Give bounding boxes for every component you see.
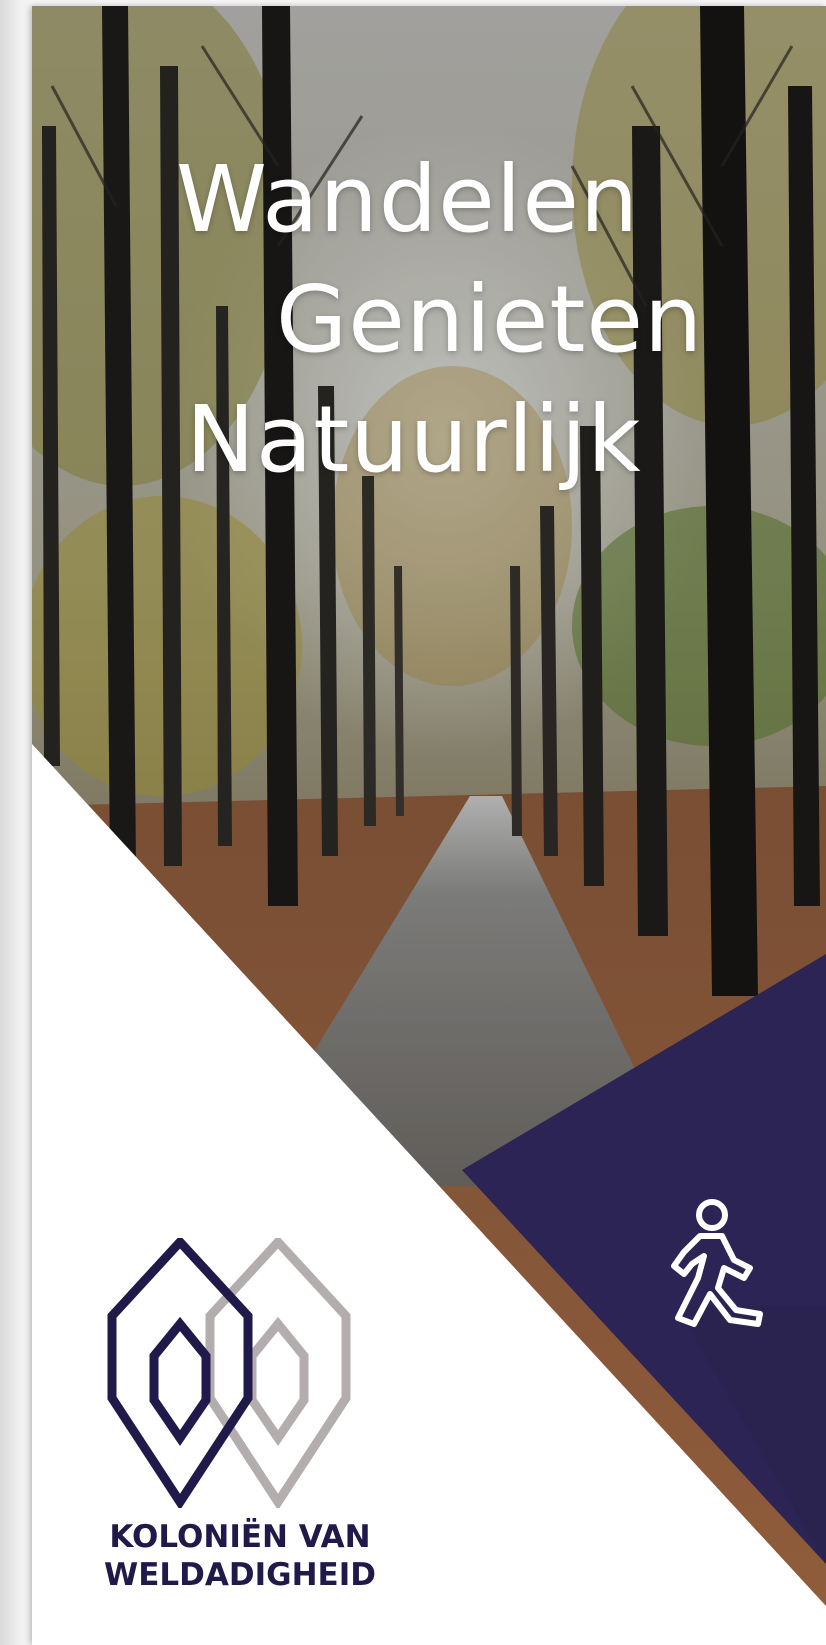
brand-wordmark: KOLONIËN VAN WELDADIGHEID (100, 1518, 380, 1594)
koloniën-van-weldadigheid-logo (107, 1238, 351, 1508)
walking-person-icon (671, 1199, 763, 1327)
document-viewer: Wandelen Genieten Natuurlijk KOLONIËN VA… (0, 0, 826, 1645)
brochure-cover-page: Wandelen Genieten Natuurlijk KOLONIËN VA… (32, 6, 826, 1645)
brand-name-line-2: WELDADIGHEID (104, 1557, 376, 1593)
brand-name-line-1: KOLONIËN VAN (109, 1519, 371, 1555)
